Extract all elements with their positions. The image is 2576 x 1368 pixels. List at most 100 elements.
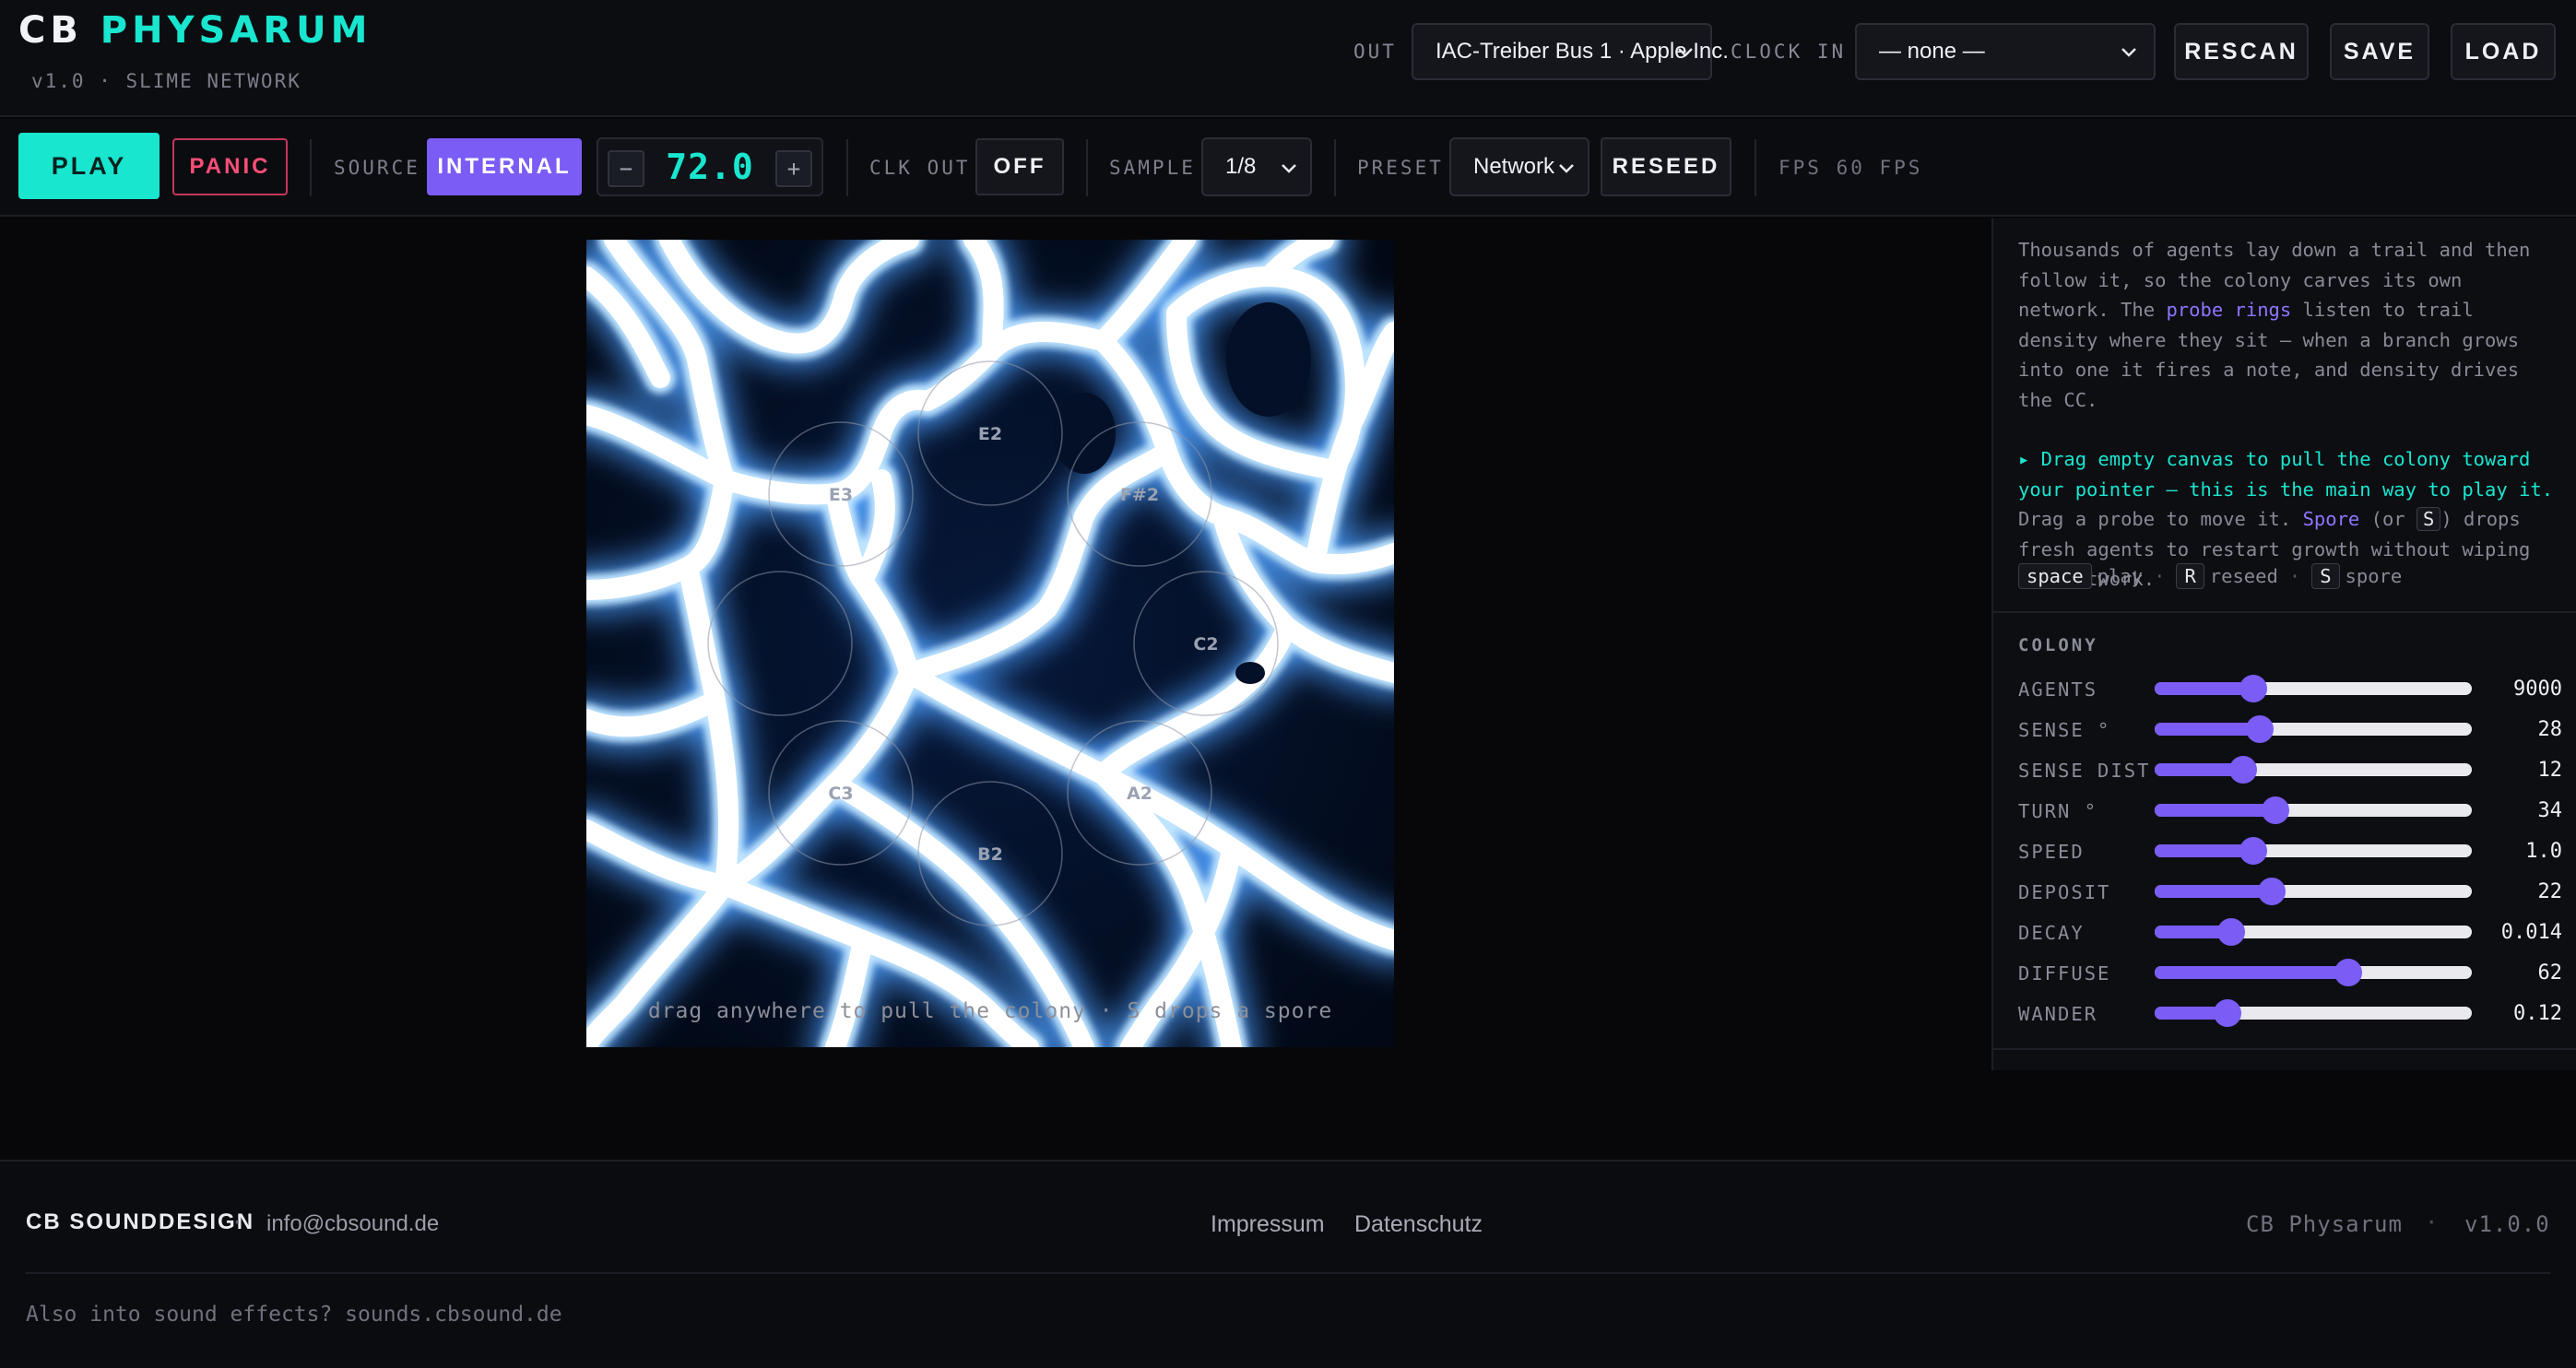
probe-note-label: C3 <box>828 784 853 804</box>
trail-void <box>1226 302 1311 417</box>
slime-network-render: E2 E3 F#2 C2 C3 A2 B2 <box>586 240 1394 1047</box>
spore-highlight: Spore <box>2302 508 2360 530</box>
probe-rings-highlight: probe rings <box>2166 299 2292 321</box>
slider-label: WANDER <box>2018 1003 2098 1025</box>
source-label: SOURCE <box>334 157 420 179</box>
slider-row: DEPOSIT 22 <box>2018 878 2562 905</box>
datenschutz-link[interactable]: Datenschutz <box>1354 1211 1483 1238</box>
slider-track[interactable] <box>2155 715 2472 743</box>
midi-out-select[interactable]: IAC-Treiber Bus 1 · Apple Inc. <box>1412 23 1729 80</box>
impressum-link[interactable]: Impressum <box>1211 1211 1325 1238</box>
slider-thumb[interactable] <box>2214 999 2242 1027</box>
shortcut-key: R <box>2176 563 2204 589</box>
slider-fill <box>2155 723 2260 736</box>
slider-track[interactable] <box>2155 837 2472 865</box>
description-text: Drag a probe to move it. <box>2018 508 2303 530</box>
footer-promo-link[interactable]: Also into sound effects? sounds.cbsound.… <box>26 1303 562 1327</box>
play-button[interactable]: PLAY <box>18 133 160 199</box>
chevron-down-icon <box>1282 164 1296 173</box>
slider-label: DIFFUSE <box>2018 962 2111 985</box>
colony-section-title: COLONY <box>2018 635 2098 655</box>
slider-label: TURN ° <box>2018 800 2098 822</box>
clock-in-value: — none — <box>1879 39 1985 64</box>
spore-key-badge: S <box>2416 507 2441 531</box>
version-line: v1.0 · SLIME NETWORK <box>31 70 301 92</box>
clock-in-select[interactable]: — none — <box>1855 23 2156 80</box>
app-brand: CB PHYSARUM <box>18 9 372 52</box>
slider-track[interactable] <box>2155 756 2472 784</box>
control-sidebar: Thousands of agents lay down a trail and… <box>1991 218 2576 1070</box>
slider-value: 28 <box>2537 718 2563 741</box>
shortcut-label: reseed <box>2209 565 2278 587</box>
shortcut-label: play <box>2097 565 2144 587</box>
divider <box>1993 1048 2576 1050</box>
divider <box>310 139 312 196</box>
slider-value: 0.014 <box>2500 921 2562 944</box>
out-label: OUT <box>1353 41 1397 63</box>
slider-row: DIFFUSE 62 <box>2018 959 2562 986</box>
slider-thumb[interactable] <box>2261 796 2289 824</box>
slider-fill <box>2155 885 2273 898</box>
preset-select[interactable]: Network <box>1449 137 1589 196</box>
load-button[interactable]: LOAD <box>2451 23 2556 80</box>
slider-value: 62 <box>2537 961 2563 985</box>
slider-row: DECAY 0.014 <box>2018 918 2562 946</box>
simulation-canvas[interactable]: E2 E3 F#2 C2 C3 A2 B2 drag anywhere to pull th… <box>586 240 1394 1047</box>
divider <box>1334 139 1336 196</box>
slider-thumb[interactable] <box>2216 918 2245 946</box>
shortcut-key: space <box>2018 563 2092 589</box>
slider-thumb[interactable] <box>2258 878 2286 905</box>
divider <box>846 139 848 196</box>
bpm-increment-button[interactable]: + <box>775 150 812 187</box>
slider-thumb[interactable] <box>2245 715 2274 743</box>
slider-track[interactable] <box>2155 796 2472 824</box>
slider-thumb[interactable] <box>2239 837 2267 865</box>
description-paragraph-1: Thousands of agents lay down a trail and… <box>2018 235 2562 415</box>
bpm-value[interactable]: 72.0 <box>659 147 761 187</box>
slider-thumb[interactable] <box>2239 675 2267 702</box>
source-internal-button[interactable]: INTERNAL <box>427 138 582 195</box>
probe-note-label: C2 <box>1193 634 1218 655</box>
clk-out-toggle[interactable]: OFF <box>975 138 1064 195</box>
chevron-down-icon <box>1559 164 1574 173</box>
slider-thumb[interactable] <box>2334 959 2362 986</box>
save-button[interactable]: SAVE <box>2330 23 2429 80</box>
slider-label: AGENTS <box>2018 678 2098 701</box>
sample-value: 1/8 <box>1225 154 1257 179</box>
divider <box>1086 139 1088 196</box>
drag-hint-highlight: ▸ Drag empty canvas to pull the colony t… <box>2018 448 2554 501</box>
shortcut-key: S <box>2311 563 2340 589</box>
sample-label: SAMPLE <box>1109 157 1196 179</box>
chevron-down-icon <box>2121 48 2136 57</box>
slider-fill <box>2155 682 2253 695</box>
sample-select[interactable]: 1/8 <box>1201 137 1312 196</box>
bpm-decrement-button[interactable]: − <box>608 150 644 187</box>
panic-button[interactable]: PANIC <box>172 138 288 195</box>
probe-note-label: A2 <box>1127 784 1152 804</box>
probe-note-label: B2 <box>977 844 1003 865</box>
chevron-down-icon <box>1678 48 1693 57</box>
fps-readout: FPS 60 FPS <box>1778 157 1923 179</box>
rescan-button[interactable]: RESCAN <box>2174 23 2309 80</box>
slider-track[interactable] <box>2155 959 2472 986</box>
reseed-button[interactable]: RESEED <box>1601 137 1731 196</box>
clk-out-label: CLK OUT <box>869 157 971 179</box>
description: Thousands of agents lay down a trail and… <box>2018 235 2562 595</box>
footer-brand: CB SOUNDDESIGN <box>26 1209 255 1234</box>
slider-track[interactable] <box>2155 999 2472 1027</box>
probe-note-label: E2 <box>978 424 1002 444</box>
divider <box>1755 139 1756 196</box>
shortcut-label: spore <box>2345 565 2403 587</box>
footer-email-link[interactable]: info@cbsound.de <box>266 1211 439 1237</box>
slider-value: 9000 <box>2513 678 2562 701</box>
slider-track[interactable] <box>2155 918 2472 946</box>
footer-app-name: CB Physarum <box>2246 1211 2403 1237</box>
slider-thumb[interactable] <box>2229 756 2258 784</box>
slider-track[interactable] <box>2155 675 2472 702</box>
slider-row: SPEED 1.0 <box>2018 837 2562 865</box>
slider-track[interactable] <box>2155 878 2472 905</box>
divider <box>1993 611 2576 613</box>
slider-fill <box>2155 804 2275 817</box>
slider-value: 1.0 <box>2525 840 2562 863</box>
preset-value: Network <box>1473 154 1555 179</box>
